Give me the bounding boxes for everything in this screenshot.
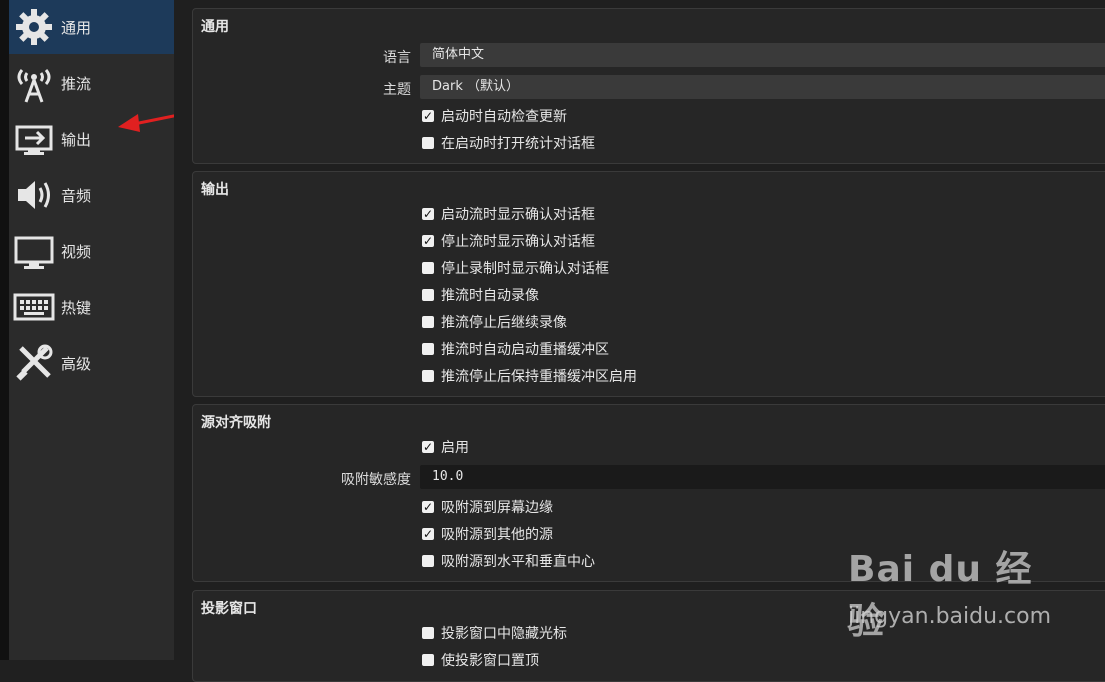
group-title: 源对齐吸附 <box>201 415 271 431</box>
sensitivity-label: 吸附敏感度 <box>341 472 411 488</box>
sidebar-item-label: 视频 <box>61 243 92 261</box>
language-label: 语言 <box>383 50 411 66</box>
output-group: 输出 ✓ 启动流时显示确认对话框 ✓ 停止流时显示确认对话框 停止录制时显示确认… <box>192 171 1105 397</box>
sidebar-item-audio[interactable]: 音频 <box>9 168 174 222</box>
checkbox-unchecked[interactable] <box>422 627 434 639</box>
checkbox-unchecked[interactable] <box>422 137 434 149</box>
sidebar-item-label: 推流 <box>61 75 92 93</box>
keyboard-icon <box>13 293 55 321</box>
checkbox-unchecked[interactable] <box>422 370 434 382</box>
checkbox-unchecked[interactable] <box>422 289 434 301</box>
broadcast-icon <box>17 69 51 103</box>
check-projector-on-top[interactable]: 使投影窗口置顶 <box>422 651 539 669</box>
watermark-url: jingyan.baidu.com <box>848 604 1052 629</box>
sidebar-item-label: 高级 <box>61 355 92 373</box>
check-confirm-start-stream[interactable]: ✓ 启动流时显示确认对话框 <box>422 205 595 223</box>
check-snap-screen-edge[interactable]: ✓ 吸附源到屏幕边缘 <box>422 498 553 516</box>
checkbox-checked[interactable]: ✓ <box>422 234 434 248</box>
check-snapping-enable[interactable]: ✓ 启用 <box>422 438 469 456</box>
theme-select[interactable]: Dark （默认） <box>420 75 1105 99</box>
group-title: 输出 <box>201 182 229 198</box>
check-auto-update[interactable]: ✓ 启动时自动检查更新 <box>422 107 567 125</box>
check-auto-record[interactable]: 推流时自动录像 <box>422 286 539 304</box>
check-hide-cursor[interactable]: 投影窗口中隐藏光标 <box>422 624 567 642</box>
group-title: 通用 <box>201 19 229 35</box>
check-keep-replay-buffer[interactable]: 推流停止后保持重播缓冲区启用 <box>422 367 637 385</box>
sidebar-item-general[interactable]: 通用 <box>9 0 174 54</box>
sidebar-item-label: 热键 <box>61 299 92 317</box>
group-title: 投影窗口 <box>201 601 257 617</box>
general-group: 通用 语言 简体中文 主题 Dark （默认） ✓ 启动时自动检查更新 在启动时… <box>192 8 1105 164</box>
check-confirm-stop-record[interactable]: 停止录制时显示确认对话框 <box>422 259 609 277</box>
checkbox-unchecked[interactable] <box>422 343 434 355</box>
checkbox-checked[interactable]: ✓ <box>422 207 434 221</box>
speaker-icon <box>18 181 50 209</box>
check-snap-center[interactable]: 吸附源到水平和垂直中心 <box>422 552 595 570</box>
checkbox-checked[interactable]: ✓ <box>422 500 434 514</box>
tools-icon <box>16 344 53 381</box>
sidebar-item-label: 通用 <box>61 19 92 37</box>
check-confirm-stop-stream[interactable]: ✓ 停止流时显示确认对话框 <box>422 232 595 250</box>
baidu-jingyan-watermark: Bai du 经验 jingyan.baidu.com <box>848 540 1058 642</box>
checkbox-checked[interactable]: ✓ <box>422 440 434 454</box>
sidebar-item-hotkeys[interactable]: 热键 <box>9 280 174 334</box>
theme-label: 主题 <box>383 82 411 98</box>
check-auto-replay-buffer[interactable]: 推流时自动启动重播缓冲区 <box>422 340 609 358</box>
window-edge <box>0 0 9 660</box>
check-keep-recording[interactable]: 推流停止后继续录像 <box>422 313 567 331</box>
gear-icon <box>16 9 52 45</box>
sidebar-item-label: 音频 <box>61 187 92 205</box>
check-snap-other-sources[interactable]: ✓ 吸附源到其他的源 <box>422 525 553 543</box>
checkbox-unchecked[interactable] <box>422 654 434 666</box>
checkbox-checked[interactable]: ✓ <box>422 527 434 541</box>
checkbox-checked[interactable]: ✓ <box>422 109 434 123</box>
sensitivity-spinbox[interactable]: 10.0 <box>420 465 1105 489</box>
sidebar-item-video[interactable]: 视频 <box>9 224 174 278</box>
output-icon <box>15 125 53 155</box>
checkbox-unchecked[interactable] <box>422 316 434 328</box>
monitor-icon <box>14 236 54 269</box>
checkbox-unchecked[interactable] <box>422 262 434 274</box>
sidebar-item-advanced[interactable]: 高级 <box>9 336 174 390</box>
language-select[interactable]: 简体中文 <box>420 43 1105 67</box>
sidebar-item-label: 输出 <box>61 131 92 149</box>
check-open-stats[interactable]: 在启动时打开统计对话框 <box>422 134 595 152</box>
checkbox-unchecked[interactable] <box>422 555 434 567</box>
